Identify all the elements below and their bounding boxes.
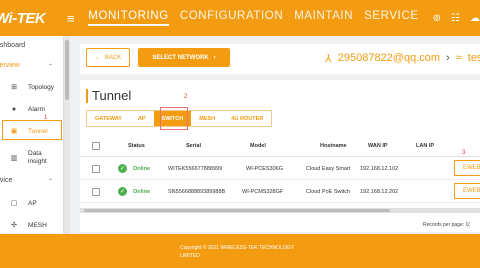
- column-header-lan-ip[interactable]: LAN IP: [416, 136, 434, 156]
- sidebar-device[interactable]: evice: [0, 177, 12, 184]
- column-header-status[interactable]: Status: [128, 136, 145, 156]
- column-header-serial[interactable]: Serial: [186, 136, 201, 156]
- main-nav: MONITORING CONFIGURATION MAINTAIN SERVIC…: [88, 10, 418, 26]
- footer: Copyright © 2021 WIRELESS-TEK TECHNOLOGY…: [0, 234, 480, 268]
- eweb-button[interactable]: EWEB: [454, 160, 480, 176]
- select-network-button[interactable]: SELECT NETWORK ›: [138, 48, 230, 67]
- grid-icon[interactable]: ☷: [451, 13, 460, 24]
- records-per-page-select[interactable]: 1(: [466, 222, 470, 228]
- brand-logo[interactable]: Wi-TEK: [0, 10, 59, 27]
- column-header-model[interactable]: Model: [250, 136, 266, 156]
- user-group-icon: ⅄: [325, 53, 332, 65]
- mesh-icon: ✣: [11, 222, 17, 229]
- cell-model: WI-PCMS328GF: [242, 188, 284, 195]
- sidebar-item-label: MESH: [28, 221, 47, 229]
- scrollbar-thumb[interactable]: [84, 209, 390, 212]
- header-icons: ⊚ ☷ ☁: [433, 13, 480, 24]
- back-label: BACK: [104, 54, 122, 61]
- tunnel-highlight-box: [2, 120, 62, 140]
- chevron-up-icon[interactable]: ⌃: [48, 63, 53, 70]
- topology-icon: ⊞: [11, 84, 17, 91]
- top-bar: Wi-TEK ≡ MONITORING CONFIGURATION MAINTA…: [0, 0, 480, 36]
- sidebar-item-label: AP: [28, 199, 37, 207]
- row-checkbox[interactable]: [92, 187, 100, 196]
- chart-icon: ▥: [10, 155, 18, 162]
- cloud-icon[interactable]: ☁: [470, 13, 480, 24]
- switch-tab-highlight-box: [160, 107, 188, 130]
- page-title: Tunnel: [86, 89, 131, 103]
- tab-4g-router[interactable]: 4G ROUTER: [223, 111, 271, 126]
- copyright-line-2: LIMITED: [180, 253, 200, 259]
- sidebar-item-data-insight[interactable]: ▥ Data insight: [0, 148, 63, 168]
- sidebar-item-label: Alarm: [28, 105, 45, 113]
- select-all-checkbox[interactable]: [92, 136, 100, 156]
- nav-service[interactable]: SERVICE: [364, 10, 418, 26]
- cell-wan-ip: 192.168.12.202: [360, 188, 399, 195]
- sidebar: ashboard verview ⌃ ⊞ Topology ● Alarm ▣ …: [0, 36, 64, 234]
- cell-wan-ip: 192.168.12.102: [360, 165, 399, 172]
- ap-icon: ▢: [10, 200, 18, 207]
- chevron-up-icon[interactable]: ⌃: [48, 178, 53, 185]
- check-circle-icon: ✓: [118, 164, 127, 173]
- table-row: ✓ Online WITEK556677888999 WI-PCES306G C…: [80, 157, 480, 180]
- column-header-hostname[interactable]: Hostname: [320, 136, 347, 156]
- copyright-line-1: Copyright © 2021 WIRELESS-TEK TECHNOLOGY: [180, 245, 294, 251]
- cell-model: WI-PCES306G: [246, 165, 283, 172]
- back-button[interactable]: ← BACK: [86, 48, 130, 67]
- tab-ap[interactable]: AP: [130, 111, 154, 126]
- sidebar-item-ap[interactable]: ▢ AP: [0, 198, 63, 208]
- sidebar-item-label: Topology: [28, 83, 55, 91]
- chevron-right-icon: ›: [446, 52, 450, 64]
- account-breadcrumb: ⅄ 295087822@qq.com › ≈ tes: [325, 52, 480, 65]
- sidebar-dashboard[interactable]: ashboard: [0, 42, 25, 49]
- sidebar-item-mesh[interactable]: ✣ MESH: [0, 220, 63, 230]
- eweb-button[interactable]: EWEB: [454, 183, 480, 199]
- table-row: ✓ Online SN556688889389988B WI-PCMS328GF…: [80, 180, 480, 203]
- cell-serial: WITEK556677888999: [168, 165, 223, 172]
- nav-maintain[interactable]: MAINTAIN: [294, 10, 353, 26]
- annotation-2: 2: [184, 94, 188, 100]
- account-email[interactable]: 295087822@qq.com: [338, 52, 440, 65]
- records-per-page-label: Records per page:: [423, 222, 465, 228]
- sidebar-item-label: Data insight: [28, 150, 47, 165]
- status-online: Online: [133, 165, 151, 172]
- cell-hostname: Cloud Easy Smart: [306, 165, 351, 172]
- menu-icon[interactable]: ≡: [67, 11, 88, 26]
- pagination: Records per page: 1(: [423, 222, 470, 228]
- cell-serial: SN556688889389988B: [168, 188, 226, 195]
- wifi-icon: ≈: [455, 52, 462, 64]
- sidebar-item-alarm[interactable]: ● Alarm: [0, 104, 63, 114]
- sidebar-overview[interactable]: verview: [0, 62, 20, 69]
- check-circle-icon: ✓: [118, 187, 127, 196]
- row-checkbox[interactable]: [92, 164, 100, 173]
- table-scrollbar[interactable]: [80, 208, 480, 213]
- copyright-text: Copyright © 2021 WIRELESS-TEK TECHNOLOGY…: [180, 244, 340, 260]
- cell-hostname: Cloud PoE Switch: [306, 188, 351, 195]
- link-icon[interactable]: ⊚: [433, 13, 441, 24]
- status-online: Online: [133, 188, 151, 195]
- sidebar-item-topology[interactable]: ⊞ Topology: [0, 82, 63, 92]
- nav-configuration[interactable]: CONFIGURATION: [180, 10, 283, 26]
- toolbar: ← BACK SELECT NETWORK › ⅄ 295087822@qq.c…: [80, 44, 480, 74]
- network-name[interactable]: tes: [468, 52, 480, 65]
- select-network-label: SELECT NETWORK: [152, 54, 209, 61]
- column-header-wan-ip[interactable]: WAN IP: [368, 136, 388, 156]
- checkbox[interactable]: [92, 142, 100, 150]
- tab-gateway[interactable]: GATEWAY: [87, 111, 130, 126]
- sidebar-scrollbar[interactable]: [64, 36, 70, 234]
- tab-mesh[interactable]: MESH: [191, 111, 223, 126]
- chevron-right-icon: ›: [213, 54, 216, 61]
- arrow-left-icon: ←: [94, 54, 101, 61]
- nav-monitoring[interactable]: MONITORING: [88, 10, 169, 26]
- scrollbar-thumb[interactable]: [65, 40, 69, 100]
- annotation-1: 1: [44, 115, 48, 121]
- bell-icon: ●: [11, 105, 17, 113]
